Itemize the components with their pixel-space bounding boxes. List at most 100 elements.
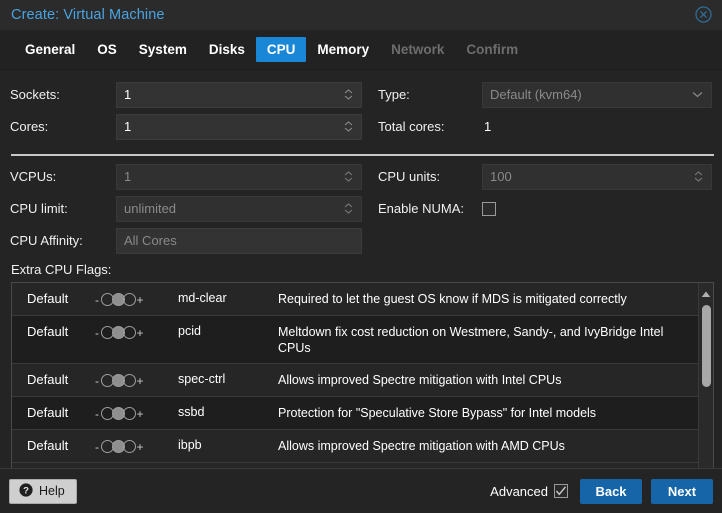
section-divider — [11, 154, 714, 156]
tab-network: Network — [391, 42, 445, 57]
total-cores-label: Total cores: — [378, 119, 445, 134]
tab-os[interactable]: OS — [86, 37, 128, 62]
help-button[interactable]: ? Help — [9, 478, 77, 504]
cpu-affinity-input[interactable]: All Cores — [116, 227, 362, 254]
cores-group: Cores: 1 — [10, 113, 362, 140]
row-cores-totalcores: Cores: 1 Total cores: 1 — [10, 112, 712, 141]
advanced-toggle[interactable]: Advanced — [490, 484, 568, 499]
tab-cpu[interactable]: CPU — [255, 37, 307, 62]
scrollbar-thumb[interactable] — [701, 305, 711, 387]
flag-state-label: Default — [27, 372, 69, 387]
svg-text:?: ? — [23, 485, 29, 496]
cpu-units-value: 100 — [490, 169, 512, 184]
sockets-value: 1 — [124, 87, 132, 102]
dialog-content: Sockets: 1 Type: Default (kvm64) Cores: … — [0, 70, 722, 468]
flags-table-scrollbar[interactable] — [698, 283, 713, 468]
create-vm-dialog: Create: Virtual Machine General OS Syste… — [0, 0, 722, 513]
sockets-input[interactable]: 1 — [116, 81, 362, 108]
cpu-units-label: CPU units: — [378, 169, 441, 184]
plus-sign: + — [136, 373, 144, 388]
type-value: Default (kvm64) — [490, 87, 582, 102]
vcpus-stepper[interactable] — [339, 171, 361, 182]
table-row[interactable]: Default - + md-clear Required to let the… — [12, 283, 698, 316]
cpu-limit-stepper[interactable] — [339, 203, 361, 214]
plus-sign: + — [136, 292, 144, 307]
flag-state-label: Default — [27, 324, 69, 339]
cores-input[interactable]: 1 — [116, 113, 362, 140]
tab-general[interactable]: General — [14, 37, 86, 62]
sockets-stepper[interactable] — [339, 89, 361, 100]
total-cores-value: 1 — [484, 119, 492, 134]
cpu-affinity-value: All Cores — [124, 233, 177, 248]
close-icon[interactable] — [692, 4, 714, 26]
cpu-units-stepper[interactable] — [689, 171, 711, 182]
flag-state-label: Default — [27, 405, 69, 420]
flag-tristate-control[interactable]: - + — [92, 430, 178, 453]
dialog-title: Create: Virtual Machine — [11, 6, 165, 23]
cpu-advanced-section: VCPUs: 1 CPU units: 100 CPU limit: unlim… — [0, 162, 722, 260]
plus-sign: + — [136, 325, 144, 340]
cpu-limit-label: CPU limit: — [10, 201, 68, 216]
wizard-tabs: General OS System Disks CPU Memory Netwo… — [0, 30, 722, 70]
sockets-group: Sockets: 1 — [10, 81, 362, 108]
cpu-limit-input[interactable]: unlimited — [116, 195, 362, 222]
cpu-affinity-label: CPU Affinity: — [10, 233, 83, 248]
cpu-basic-section: Sockets: 1 Type: Default (kvm64) Cores: … — [0, 70, 722, 146]
back-button[interactable]: Back — [580, 478, 642, 504]
dialog-footer: ? Help Advanced Back Next — [0, 468, 722, 513]
cpu-limit-group: CPU limit: unlimited — [10, 195, 362, 222]
tab-memory[interactable]: Memory — [306, 37, 380, 62]
table-row[interactable]: Default - + ssbd Protection for "Specula… — [12, 397, 698, 430]
vcpus-input[interactable]: 1 — [116, 163, 362, 190]
flag-tristate-control[interactable]: - + — [92, 397, 178, 420]
row-cpu-affinity: CPU Affinity: All Cores — [10, 226, 712, 255]
sockets-label: Sockets: — [10, 87, 60, 102]
flag-description: Protection for "Speculative Store Bypass… — [278, 406, 597, 420]
dialog-titlebar: Create: Virtual Machine — [0, 0, 722, 30]
flag-tristate-control[interactable]: - + — [92, 283, 178, 306]
row-sockets-type: Sockets: 1 Type: Default (kvm64) — [10, 80, 712, 109]
flag-name: md-clear — [178, 291, 227, 305]
flags-table-body: Default - + md-clear Required to let the… — [12, 283, 698, 468]
cores-stepper[interactable] — [339, 121, 361, 132]
flag-state-label: Default — [27, 438, 69, 453]
tab-disks[interactable]: Disks — [198, 37, 256, 62]
table-row[interactable]: Default - + pcid Meltdown fix cost reduc… — [12, 316, 698, 364]
question-circle-icon: ? — [19, 482, 33, 500]
cpu-units-input[interactable]: 100 — [482, 163, 712, 190]
vcpus-value: 1 — [124, 169, 132, 184]
flag-name: spec-ctrl — [178, 372, 226, 386]
advanced-label: Advanced — [490, 483, 548, 499]
total-cores-group: Total cores: 1 — [362, 119, 712, 134]
footer-actions: Advanced Back Next — [490, 478, 713, 504]
table-row[interactable]: Default - + ibpb Allows improved Spectre… — [12, 430, 698, 463]
flag-state-label: Default — [27, 291, 69, 306]
cpu-units-group: CPU units: 100 — [362, 163, 712, 190]
type-group: Type: Default (kvm64) — [362, 81, 712, 108]
next-button[interactable]: Next — [651, 478, 713, 504]
plus-sign: + — [136, 406, 144, 421]
flag-description: Allows improved Spectre mitigation with … — [278, 439, 565, 453]
cores-value: 1 — [124, 119, 132, 134]
table-row[interactable]: Default - + spec-ctrl Allows improved Sp… — [12, 364, 698, 397]
extra-cpu-flags-table: Default - + md-clear Required to let the… — [11, 282, 714, 468]
type-select[interactable]: Default (kvm64) — [482, 81, 712, 108]
tab-confirm: Confirm — [466, 42, 519, 57]
row-vcpus-cpuunits: VCPUs: 1 CPU units: 100 — [10, 162, 712, 191]
enable-numa-checkbox[interactable] — [482, 201, 496, 216]
scroll-up-icon[interactable] — [701, 285, 711, 303]
flag-description: Meltdown fix cost reduction on Westmere,… — [278, 325, 664, 355]
plus-sign: + — [136, 439, 144, 454]
cpu-affinity-group: CPU Affinity: All Cores — [10, 227, 362, 254]
advanced-checkbox[interactable] — [554, 484, 568, 498]
flag-tristate-control[interactable]: - + — [92, 316, 178, 339]
tab-system[interactable]: System — [128, 37, 198, 62]
extra-cpu-flags-label: Extra CPU Flags: — [11, 262, 112, 277]
cores-label: Cores: — [10, 119, 49, 134]
flag-tristate-control[interactable]: - + — [92, 364, 178, 387]
chevron-down-icon[interactable] — [687, 91, 711, 98]
row-cpulimit-numa: CPU limit: unlimited Enable NUMA: — [10, 194, 712, 223]
help-button-label: Help — [39, 484, 65, 498]
flag-description: Allows improved Spectre mitigation with … — [278, 373, 562, 387]
vcpus-label: VCPUs: — [10, 169, 57, 184]
